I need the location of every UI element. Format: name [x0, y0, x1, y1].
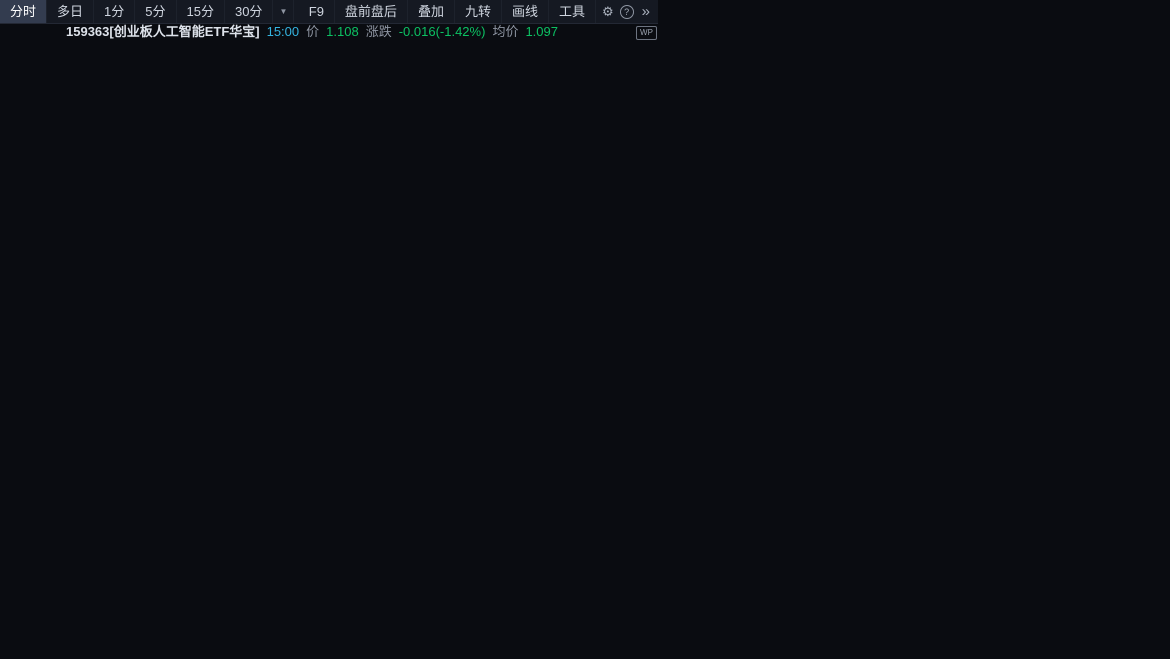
period-toolbar: 分时多日1分5分15分30分▼F9盘前盘后叠加九转画线工具⚙? »: [0, 0, 658, 24]
period-tab-1分[interactable]: 1分: [94, 0, 135, 23]
symbol-title: 159363[创业板人工智能ETF华宝]: [66, 24, 260, 39]
period-tab-5分[interactable]: 5分: [135, 0, 176, 23]
tool-button-叠加[interactable]: 叠加: [408, 0, 455, 23]
tool-button-画线[interactable]: 画线: [502, 0, 549, 23]
period-tab-30分[interactable]: 30分: [225, 0, 273, 23]
quote-time: 15:00: [267, 24, 300, 39]
period-tab-多日[interactable]: 多日: [47, 0, 94, 23]
period-tab-分时[interactable]: 分时: [0, 0, 47, 23]
tool-button-工具[interactable]: 工具: [549, 0, 596, 23]
price-label: 价: [306, 24, 319, 39]
tool-button-盘前盘后[interactable]: 盘前盘后: [335, 0, 408, 23]
wp-badge[interactable]: WP: [636, 26, 657, 40]
avg-label: 均价: [492, 24, 518, 39]
help-icon[interactable]: ?: [620, 5, 634, 19]
period-dropdown-caret[interactable]: ▼: [273, 0, 294, 23]
price-value: 1.108: [326, 24, 359, 39]
change-value: -0.016(-1.42%): [399, 24, 486, 39]
gear-icon[interactable]: ⚙: [596, 0, 620, 23]
tool-button-九转[interactable]: 九转: [455, 0, 502, 23]
change-label: 涨跌: [366, 24, 392, 39]
chart-title-bar: 159363[创业板人工智能ETF华宝] 15:00 价 1.108 涨跌 -0.016(…: [66, 25, 565, 39]
more-chevrons-icon[interactable]: »: [638, 0, 658, 23]
avg-value: 1.097: [525, 24, 558, 39]
tool-button-F9[interactable]: F9: [299, 0, 335, 23]
period-tab-15分[interactable]: 15分: [177, 0, 225, 23]
